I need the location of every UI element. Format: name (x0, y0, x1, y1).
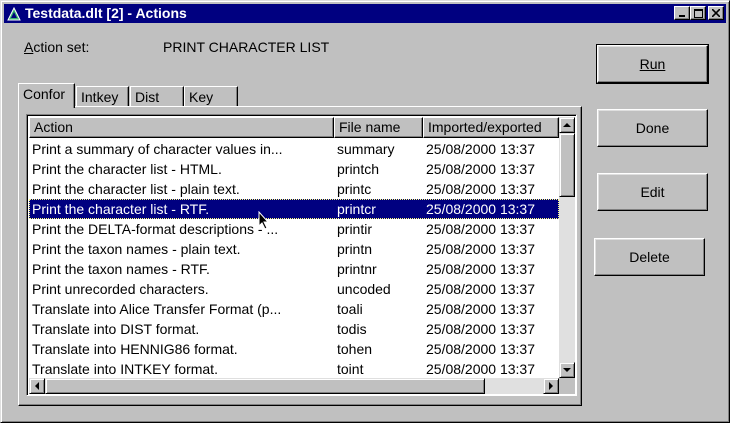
cell-action: Print a summary of character values in..… (32, 141, 283, 157)
column-header-file-name[interactable]: File name (334, 117, 423, 138)
cell-imported-exported: 25/08/2000 13:37 (426, 201, 535, 217)
close-icon (712, 9, 720, 17)
app-icon (7, 6, 21, 21)
table-row[interactable]: Print the character list - RTF. printcr 25… (29, 199, 559, 219)
cell-action: Translate into INTKEY format. (32, 361, 218, 377)
cell-file-name: toint (337, 361, 364, 377)
list-header: Action File name Imported/exported (29, 117, 559, 138)
vertical-scroll-thumb[interactable] (559, 133, 575, 197)
actions-window: Testdata.dlt [2] - Actions Action set: P… (0, 0, 730, 423)
minimize-button[interactable] (674, 6, 690, 20)
mouse-pointer-icon (258, 211, 270, 230)
run-label: Run (639, 56, 666, 72)
arrow-down-icon (563, 368, 571, 372)
column-header-imported-exported[interactable]: Imported/exported (423, 117, 559, 138)
maximize-icon (693, 8, 703, 18)
cell-action: Print the character list - RTF. (32, 201, 210, 217)
cell-imported-exported: 25/08/2000 13:37 (426, 161, 535, 177)
cell-imported-exported: 25/08/2000 13:37 (426, 281, 535, 297)
table-row[interactable]: Print the DELTA-format descriptions - ..… (29, 219, 559, 239)
title-bar[interactable]: Testdata.dlt [2] - Actions (4, 4, 726, 23)
cell-file-name: printir (337, 221, 373, 237)
table-row[interactable]: Translate into INTKEY format. toint 25/08/… (29, 359, 559, 379)
maximize-button[interactable] (690, 6, 706, 20)
cell-file-name: toali (337, 301, 363, 317)
minimize-icon (679, 15, 685, 17)
arrow-left-icon (35, 382, 39, 390)
table-row[interactable]: Translate into DIST format. todis 25/08/20… (29, 319, 559, 339)
action-set-label-text: ction set: (33, 39, 90, 55)
vertical-scrollbar[interactable] (559, 117, 575, 378)
cell-file-name: printch (337, 161, 380, 177)
table-row[interactable]: Translate into HENNIG86 format. tohen 25/0… (29, 339, 559, 359)
tab-dist[interactable]: Dist (130, 86, 184, 107)
action-set-label: Action set: (24, 39, 89, 55)
cell-imported-exported: 25/08/2000 13:37 (426, 181, 535, 197)
cell-file-name: printc (337, 181, 372, 197)
scroll-down-button[interactable] (559, 362, 575, 378)
table-row[interactable]: Translate into Alice Transfer Format (p.… (29, 299, 559, 319)
scroll-up-button[interactable] (559, 117, 575, 133)
edit-button[interactable]: Edit (597, 173, 708, 211)
table-row[interactable]: Print the character list - HTML. printch 2… (29, 159, 559, 179)
cell-imported-exported: 25/08/2000 13:37 (426, 321, 535, 337)
scroll-right-button[interactable] (543, 378, 559, 394)
cell-action: Translate into Alice Transfer Format (p.… (32, 301, 282, 317)
tab-confor[interactable]: Confor (18, 83, 75, 108)
cell-file-name: printcr (337, 201, 376, 217)
table-row[interactable]: Print a summary of character values in..… (29, 139, 559, 159)
close-button[interactable] (708, 6, 724, 20)
action-set-value: PRINT CHARACTER LIST (163, 39, 330, 55)
edit-label: Edit (640, 184, 665, 200)
actions-list[interactable]: Action File name Imported/exported Print… (26, 114, 577, 396)
cell-action: Translate into HENNIG86 format. (32, 341, 238, 357)
cell-imported-exported: 25/08/2000 13:37 (426, 361, 535, 377)
cell-file-name: printnr (337, 261, 377, 277)
delete-label: Delete (629, 249, 670, 265)
column-header-action[interactable]: Action (29, 117, 334, 138)
table-row[interactable]: Print the taxon names - RTF. printnr 25/08… (29, 259, 559, 279)
scrollbar-corner (559, 378, 575, 394)
cell-file-name: tohen (337, 341, 373, 357)
tab-intkey[interactable]: Intkey (76, 86, 129, 107)
cell-action: Print the DELTA-format descriptions - ..… (32, 221, 279, 237)
cell-file-name: todis (337, 321, 367, 337)
cell-action: Print the taxon names - RTF. (32, 261, 210, 277)
action-set-label-accel: A (24, 39, 34, 55)
cell-imported-exported: 25/08/2000 13:37 (426, 241, 535, 257)
cell-action: Print the character list - HTML. (32, 161, 222, 177)
table-row[interactable]: Print unrecorded characters. uncoded 25/08… (29, 279, 559, 299)
tab-key[interactable]: Key (184, 86, 238, 107)
cell-imported-exported: 25/08/2000 13:37 (426, 141, 535, 157)
list-rows: Print a summary of character values in..… (29, 139, 559, 379)
cell-action: Print the taxon names - plain text. (32, 241, 241, 257)
cell-imported-exported: 25/08/2000 13:37 (426, 221, 535, 237)
arrow-up-icon (563, 123, 571, 127)
cell-action: Print the character list - plain text. (32, 181, 240, 197)
horizontal-scrollbar[interactable] (29, 378, 559, 394)
cell-file-name: printn (337, 241, 373, 257)
run-button[interactable]: Run (596, 44, 709, 84)
done-button[interactable]: Done (597, 109, 708, 147)
cell-action: Translate into DIST format. (32, 321, 200, 337)
window-title: Testdata.dlt [2] - Actions (25, 5, 187, 21)
cell-imported-exported: 25/08/2000 13:37 (426, 341, 535, 357)
delete-button[interactable]: Delete (594, 238, 705, 276)
done-label: Done (635, 120, 670, 136)
cell-imported-exported: 25/08/2000 13:37 (426, 261, 535, 277)
table-row[interactable]: Print the taxon names - plain text. print… (29, 239, 559, 259)
cell-imported-exported: 25/08/2000 13:37 (426, 301, 535, 317)
title-buttons (674, 6, 724, 20)
cell-file-name: uncoded (337, 281, 391, 297)
table-row[interactable]: Print the character list - plain text. pr… (29, 179, 559, 199)
scroll-left-button[interactable] (29, 378, 45, 394)
horizontal-scroll-thumb[interactable] (45, 378, 485, 394)
arrow-right-icon (549, 382, 553, 390)
cell-file-name: summary (337, 141, 395, 157)
cell-action: Print unrecorded characters. (32, 281, 209, 297)
